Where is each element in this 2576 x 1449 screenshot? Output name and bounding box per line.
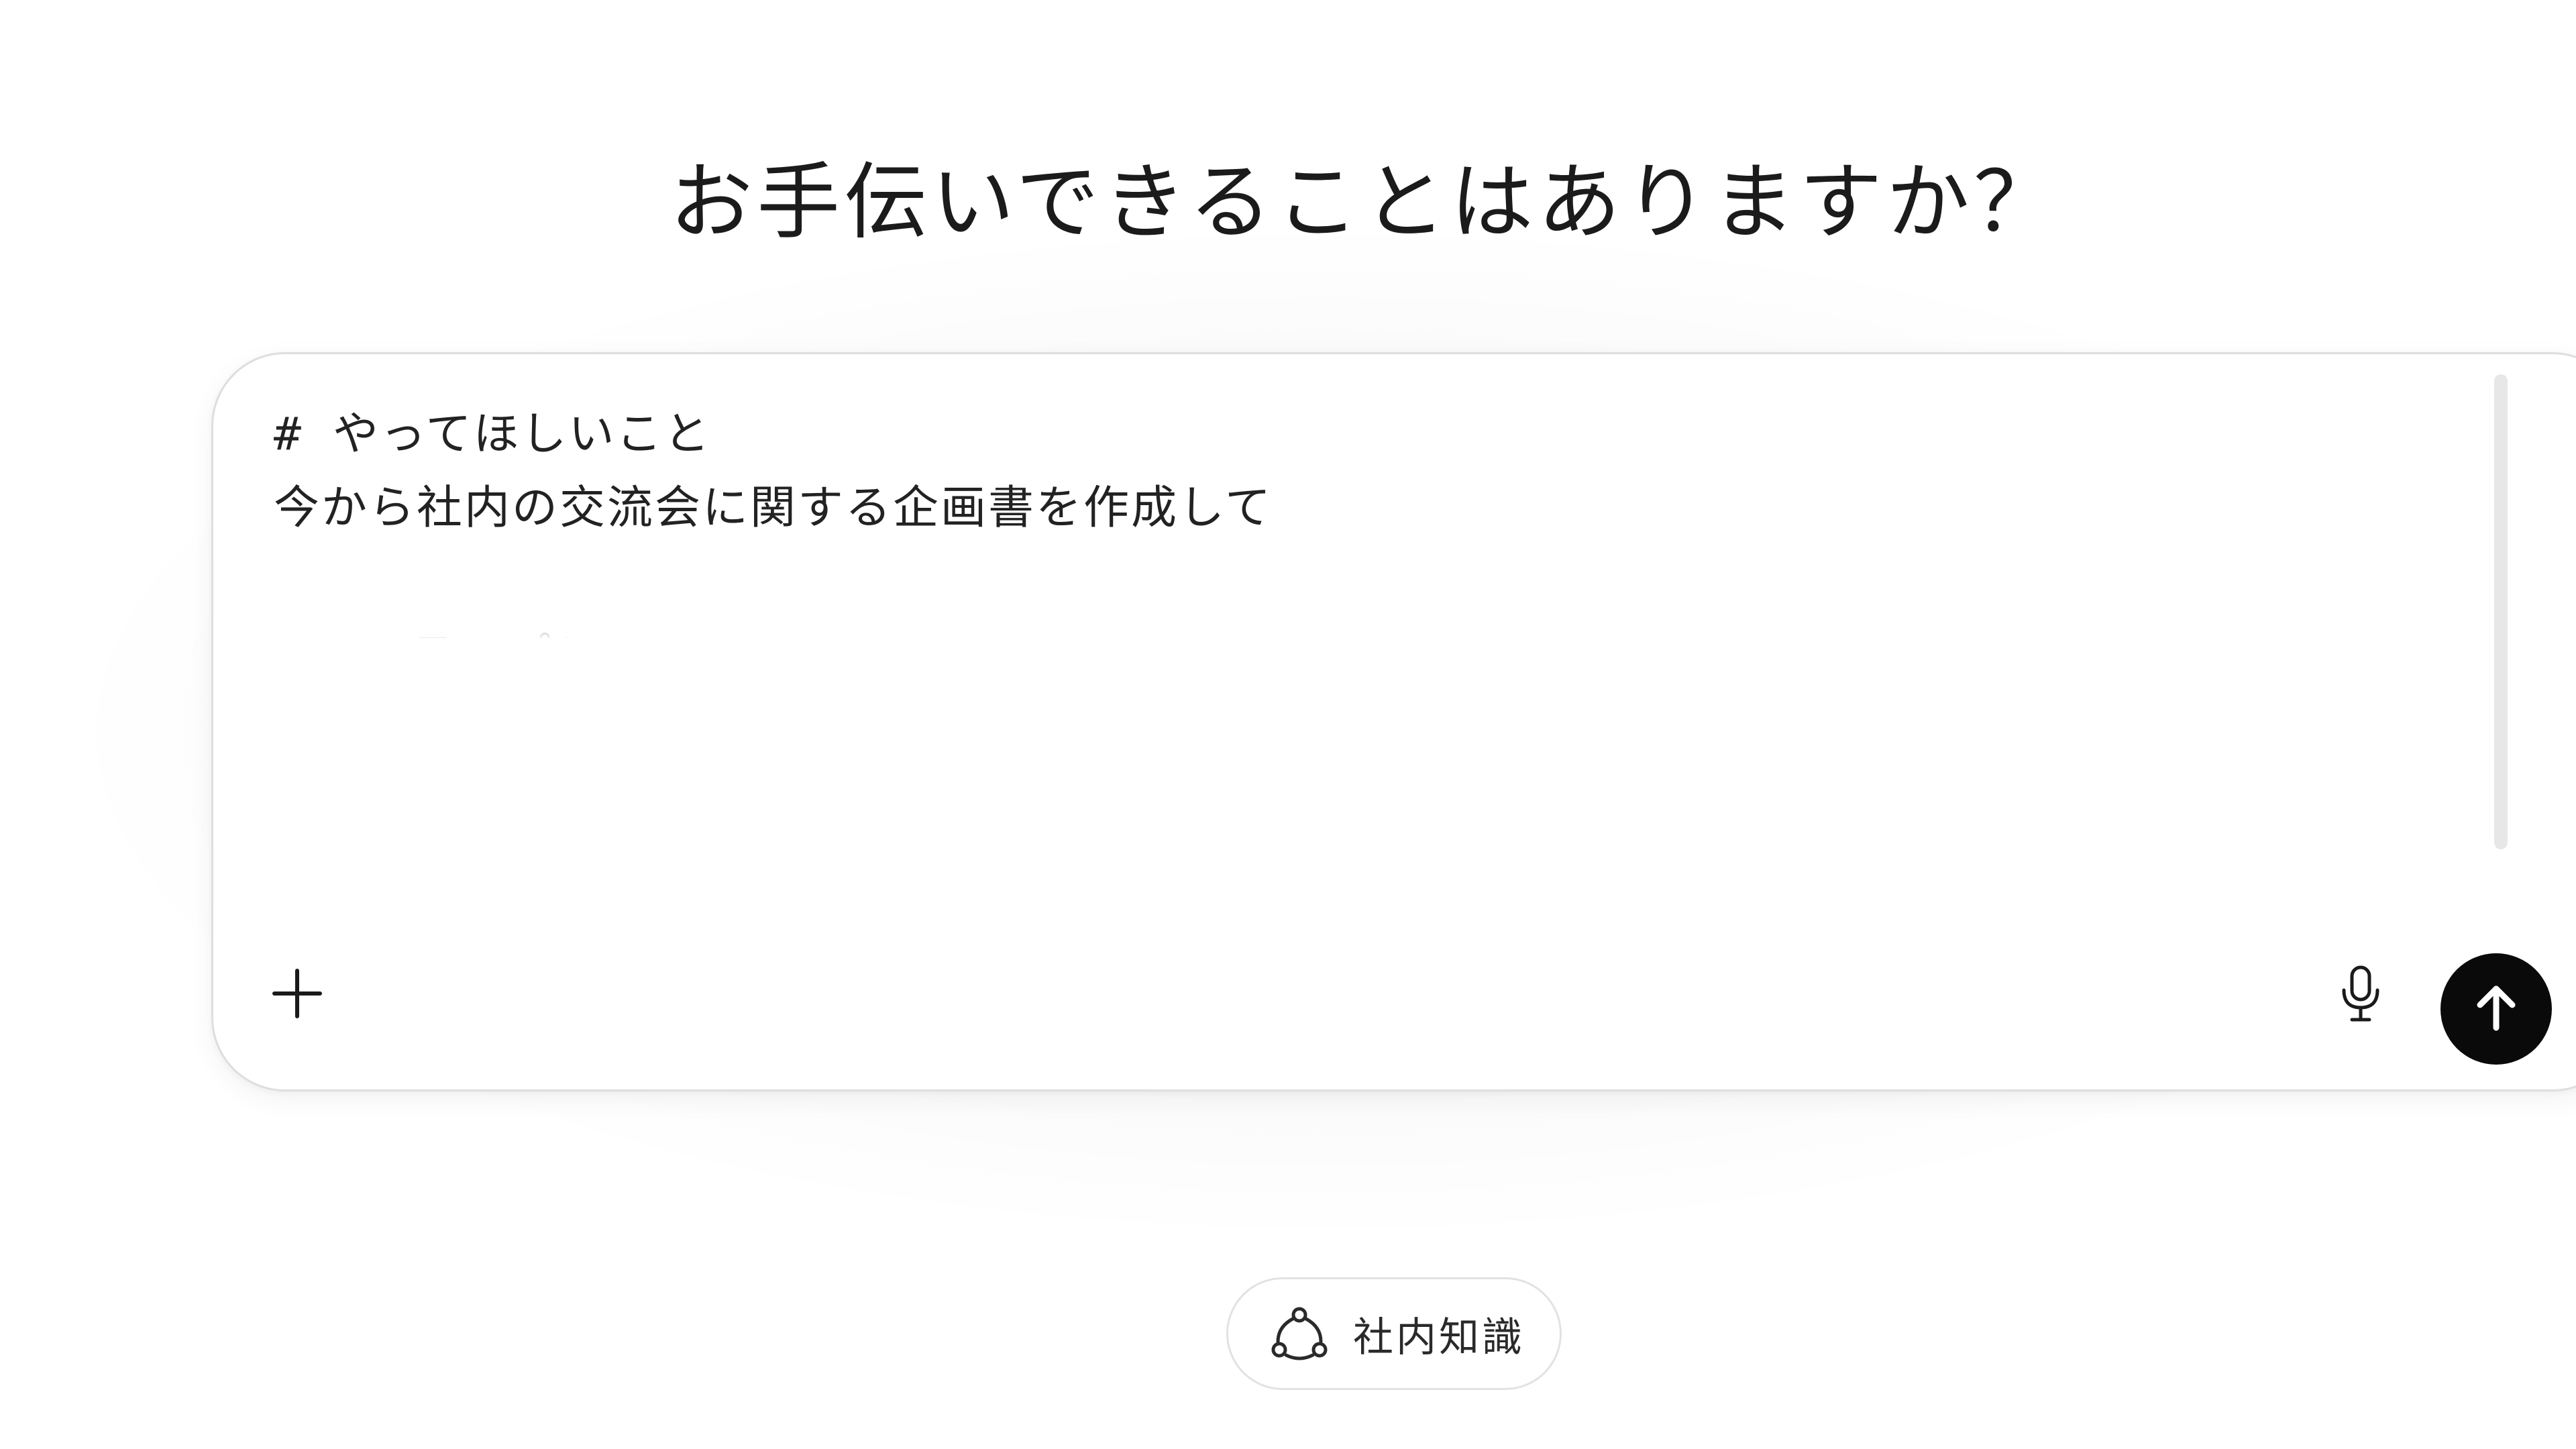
prompt-input[interactable]: # やってほしいこと 今から社内の交流会に関する企画書を作成して ## ステップ… [274,398,2487,638]
prompt-text[interactable]: # やってほしいこと 今から社内の交流会に関する企画書を作成して ## ステップ… [274,398,2487,638]
chip-label: 社内知識 [1353,1313,1525,1361]
plus-icon [270,967,324,1023]
knowledge-network-icon [1270,1304,1329,1363]
arrow-up-icon [2469,981,2523,1037]
voice-input-button[interactable] [2324,958,2398,1032]
microphone-icon [2337,963,2384,1026]
page-title: お手伝いできることはありますか？ [669,154,2061,251]
add-attachment-button[interactable] [260,958,334,1032]
company-knowledge-chip[interactable]: 社内知識 [1226,1277,1562,1390]
send-button[interactable] [2440,953,2552,1065]
prompt-composer: # やってほしいこと 今から社内の交流会に関する企画書を作成して ## ステップ… [211,352,2576,1091]
prompt-scrollbar[interactable] [2494,374,2508,849]
chat-home-page: お手伝いできることはありますか？ # やってほしいこと 今から社内の交流会に関す… [0,0,2576,1449]
